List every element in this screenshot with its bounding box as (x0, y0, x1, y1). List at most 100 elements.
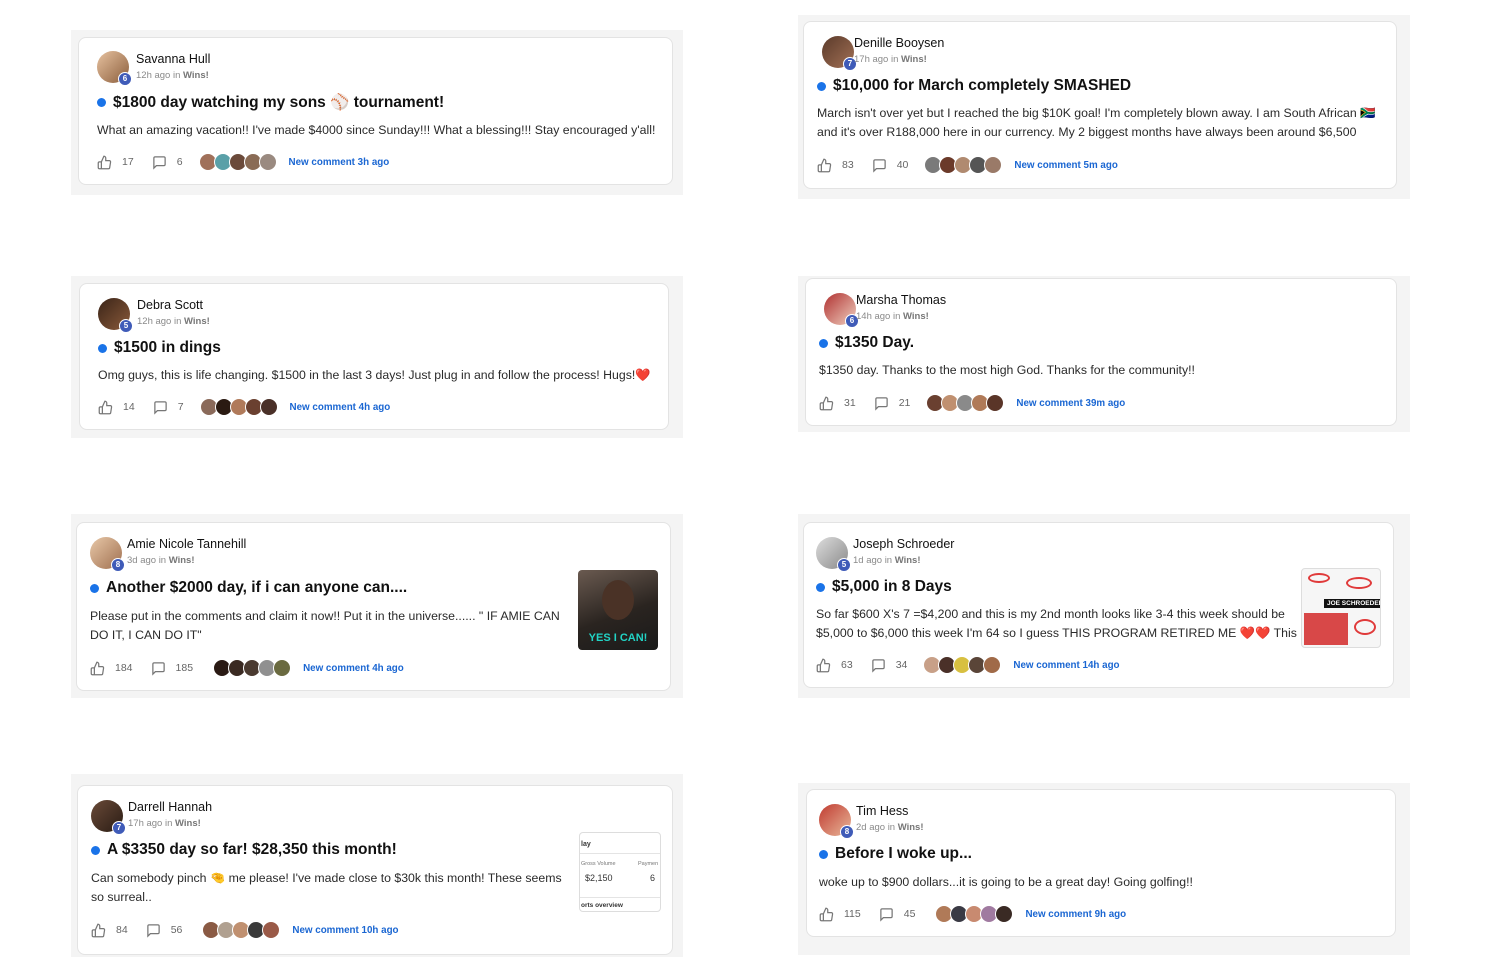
avatar[interactable]: 6 (97, 51, 132, 86)
author-name[interactable]: Marsha Thomas (856, 293, 946, 307)
commenter-avatar (258, 153, 277, 171)
thumbs-up-icon[interactable] (819, 396, 834, 411)
author-name[interactable]: Debra Scott (137, 298, 203, 312)
commenter-avatars[interactable] (935, 905, 1014, 923)
post-actions: 84 56 New comment 10h ago (91, 920, 399, 940)
thumbs-up-icon[interactable] (819, 907, 834, 922)
post-title[interactable]: Before I woke up... (819, 845, 972, 863)
commenter-avatars[interactable] (198, 153, 277, 171)
thumbs-up-icon[interactable] (98, 400, 113, 415)
new-comment-link[interactable]: New comment 10h ago (292, 925, 398, 936)
thumbnail-red-marks (1354, 619, 1376, 635)
avatar[interactable]: 7 (822, 36, 857, 71)
post-meta: 14h ago in Wins! (856, 311, 929, 322)
post-title-text: $5,000 in 8 Days (832, 578, 952, 595)
thumbnail-footer: orts overview (581, 902, 623, 909)
thumbnail-caption: YES I CAN! (588, 632, 648, 644)
like-count: 31 (844, 397, 856, 409)
post-title[interactable]: $1500 in dings (98, 339, 221, 357)
new-comment-link[interactable]: New comment 39m ago (1016, 398, 1125, 409)
commenter-avatars[interactable] (202, 921, 281, 939)
like-count: 17 (122, 156, 134, 168)
new-comment-link[interactable]: New comment 4h ago (303, 663, 404, 674)
category-link[interactable]: Wins! (184, 316, 210, 327)
comment-bubble-icon[interactable] (151, 661, 166, 676)
thumbs-up-icon[interactable] (816, 658, 831, 673)
comment-bubble-icon[interactable] (152, 155, 167, 170)
post-card[interactable]: 5 Joseph Schroeder 1d ago in Wins! $5,00… (803, 522, 1394, 688)
unread-dot-icon (98, 343, 107, 353)
post-title[interactable]: Another $2000 day, if i can anyone can..… (90, 579, 407, 597)
author-name[interactable]: Joseph Schroeder (853, 537, 954, 551)
new-comment-link[interactable]: New comment 5m ago (1014, 160, 1117, 171)
commenter-avatar (273, 659, 292, 677)
comment-bubble-icon[interactable] (871, 658, 886, 673)
thumbs-up-icon[interactable] (817, 158, 832, 173)
new-comment-link[interactable]: New comment 3h ago (289, 157, 390, 168)
category-link[interactable]: Wins! (901, 54, 927, 65)
post-card[interactable]: 7 Denille Booysen 17h ago in Wins! $10,0… (803, 21, 1397, 189)
post-body: So far $600 X's 7 =$4,200 and this is my… (816, 607, 1297, 640)
post-title[interactable]: $10,000 for March completely SMASHED (817, 77, 1131, 95)
like-count: 14 (123, 401, 135, 413)
category-link[interactable]: Wins! (183, 70, 209, 81)
new-comment-link[interactable]: New comment 14h ago (1013, 660, 1119, 671)
author-name[interactable]: Darrell Hannah (128, 800, 212, 814)
post-card[interactable]: 6 Marsha Thomas 14h ago in Wins! $1350 D… (805, 278, 1397, 426)
category-link[interactable]: Wins! (895, 555, 921, 566)
category-link[interactable]: Wins! (898, 822, 924, 833)
author-name[interactable]: Savanna Hull (136, 52, 210, 66)
thumbs-up-icon[interactable] (97, 155, 112, 170)
comment-bubble-icon[interactable] (153, 400, 168, 415)
post-actions: 14 7 New comment 4h ago (98, 397, 390, 417)
like-count: 184 (115, 662, 133, 674)
new-comment-link[interactable]: New comment 9h ago (1025, 909, 1126, 920)
post-title[interactable]: A $3350 day so far! $28,350 this month! (91, 841, 397, 859)
post-meta: 17h ago in Wins! (854, 54, 927, 65)
post-title[interactable]: $1350 Day. (819, 334, 914, 352)
thumbnail-col2: Paymen (638, 861, 659, 867)
category-link[interactable]: Wins! (903, 311, 929, 322)
post-thumbnail[interactable]: lay Gross Volume Paymen $2,150 6 orts ov… (579, 832, 661, 912)
level-badge: 6 (118, 72, 132, 86)
author-name[interactable]: Tim Hess (856, 804, 908, 818)
commenter-avatar (259, 398, 278, 416)
author-name[interactable]: Denille Booysen (854, 36, 944, 50)
comment-count: 21 (898, 397, 911, 409)
comment-bubble-icon[interactable] (879, 907, 894, 922)
new-comment-link[interactable]: New comment 4h ago (290, 402, 391, 413)
unread-dot-icon (819, 849, 828, 859)
commenter-avatars[interactable] (924, 156, 1003, 174)
post-card[interactable]: 7 Darrell Hannah 17h ago in Wins! A $335… (77, 785, 673, 955)
post-card[interactable]: 5 Debra Scott 12h ago in Wins! $1500 in … (79, 283, 669, 430)
avatar[interactable]: 8 (819, 804, 854, 839)
thumbs-up-icon[interactable] (90, 661, 105, 676)
comment-bubble-icon[interactable] (146, 923, 161, 938)
commenter-avatar (984, 156, 1003, 174)
post-body: Can somebody pinch 🤏 me please! I've mad… (91, 871, 562, 904)
post-thumbnail[interactable]: YES I CAN! (578, 570, 658, 650)
commenter-avatars[interactable] (199, 398, 278, 416)
thumbs-up-icon[interactable] (91, 923, 106, 938)
comment-bubble-icon[interactable] (872, 158, 887, 173)
post-title[interactable]: $1800 day watching my sons ⚾ tournament! (97, 93, 444, 112)
like-count: 115 (844, 908, 861, 920)
avatar[interactable]: 8 (90, 537, 125, 572)
post-card[interactable]: 8 Amie Nicole Tannehill 3d ago in Wins! … (76, 522, 671, 691)
comment-bubble-icon[interactable] (874, 396, 889, 411)
category-link[interactable]: Wins! (175, 818, 201, 829)
comment-count: 45 (903, 908, 916, 920)
post-thumbnail[interactable]: JOE SCHROEDER (1301, 568, 1381, 648)
post-title[interactable]: $5,000 in 8 Days (816, 578, 952, 596)
post-card[interactable]: 8 Tim Hess 2d ago in Wins! Before I woke… (806, 789, 1396, 937)
avatar[interactable]: 7 (91, 800, 126, 835)
author-name[interactable]: Amie Nicole Tannehill (127, 537, 246, 551)
commenter-avatars[interactable] (923, 656, 1002, 674)
avatar[interactable]: 5 (816, 537, 851, 572)
category-link[interactable]: Wins! (169, 555, 195, 566)
avatar[interactable]: 5 (98, 298, 133, 333)
commenter-avatars[interactable] (213, 659, 292, 677)
commenter-avatars[interactable] (926, 394, 1005, 412)
post-card[interactable]: 6 Savanna Hull 12h ago in Wins! $1800 da… (78, 37, 673, 185)
avatar[interactable]: 6 (824, 293, 859, 328)
